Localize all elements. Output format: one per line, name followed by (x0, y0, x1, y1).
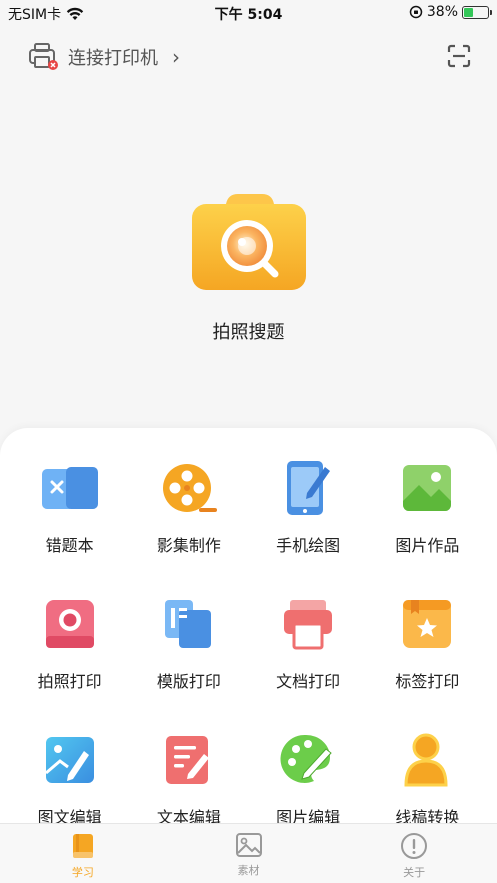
image-text-edit-icon (38, 730, 102, 790)
orientation-lock-icon (409, 5, 423, 19)
status-bar: 无SIM卡 下午 5:04 38% (0, 0, 497, 26)
phone-draw-icon (276, 458, 340, 518)
camera-search-label: 拍照搜题 (212, 322, 285, 343)
battery-icon (462, 5, 492, 19)
book-icon (72, 834, 93, 858)
connect-printer-label: 连接打印机 (68, 48, 158, 69)
tab-learn[interactable]: 学习 (0, 824, 166, 883)
feature-photo-print[interactable]: 拍照打印 (10, 594, 129, 692)
feature-label: 图片作品 (395, 536, 460, 555)
feature-document-print[interactable]: 文档打印 (249, 594, 368, 692)
feature-picture-works[interactable]: 图片作品 (368, 458, 487, 556)
feature-error-book[interactable]: 错题本 (10, 458, 129, 556)
connect-printer-button[interactable]: 连接打印机 › (28, 42, 180, 72)
status-right: 38% (409, 4, 492, 20)
tab-label: 学习 (71, 866, 94, 879)
info-icon (401, 833, 428, 859)
feature-image-edit[interactable]: 图片编辑 (249, 730, 368, 828)
tab-label: 素材 (237, 864, 260, 877)
battery-fill (464, 7, 473, 17)
feature-label: 手机绘图 (276, 536, 341, 555)
chevron-right-icon: › (172, 45, 180, 69)
tab-label: 关于 (403, 866, 426, 879)
feature-label-print[interactable]: 标签打印 (368, 594, 487, 692)
feature-text-edit[interactable]: 文本编辑 (129, 730, 248, 828)
film-reel-icon (157, 458, 221, 518)
header: 连接打印机 › (0, 40, 497, 76)
camera-search-button[interactable] (190, 190, 308, 298)
text-edit-icon (157, 730, 221, 790)
feature-grid: 错题本 影集制作 手机绘图 图片作品 拍照打印 模版打印 文档打印 标签打印 图… (10, 458, 487, 828)
battery-percent: 38% (426, 4, 458, 20)
tab-about[interactable]: 关于 (331, 824, 497, 883)
photo-print-icon (38, 594, 102, 654)
feature-phone-draw[interactable]: 手机绘图 (249, 458, 368, 556)
feature-label: 模版打印 (156, 672, 221, 691)
document-print-icon (276, 594, 340, 654)
tab-bar: 学习 素材 关于 (0, 823, 497, 883)
feature-label: 错题本 (45, 536, 94, 555)
hero: 拍照搜题 (0, 190, 497, 344)
line-art-icon (395, 730, 459, 790)
feature-label: 标签打印 (395, 672, 460, 691)
feature-label: 拍照打印 (37, 672, 102, 691)
template-print-icon (157, 594, 221, 654)
feature-template-print[interactable]: 模版打印 (129, 594, 248, 692)
feature-line-art[interactable]: 线稿转换 (368, 730, 487, 828)
feature-panel: 错题本 影集制作 手机绘图 图片作品 拍照打印 模版打印 文档打印 标签打印 图… (0, 428, 497, 828)
camera-search-icon (191, 194, 306, 290)
feature-image-text-edit[interactable]: 图文编辑 (10, 730, 129, 828)
image-edit-icon (276, 730, 340, 790)
feature-label: 文档打印 (276, 672, 341, 691)
feature-label: 影集制作 (156, 536, 221, 555)
scan-button[interactable] (447, 44, 471, 72)
scan-icon (447, 44, 471, 68)
label-print-icon (395, 594, 459, 654)
tab-materials[interactable]: 素材 (166, 824, 332, 883)
image-icon (235, 833, 262, 857)
picture-icon (395, 458, 459, 518)
feature-album[interactable]: 影集制作 (129, 458, 248, 556)
error-book-icon (38, 458, 102, 518)
printer-disconnected-icon (29, 43, 58, 70)
